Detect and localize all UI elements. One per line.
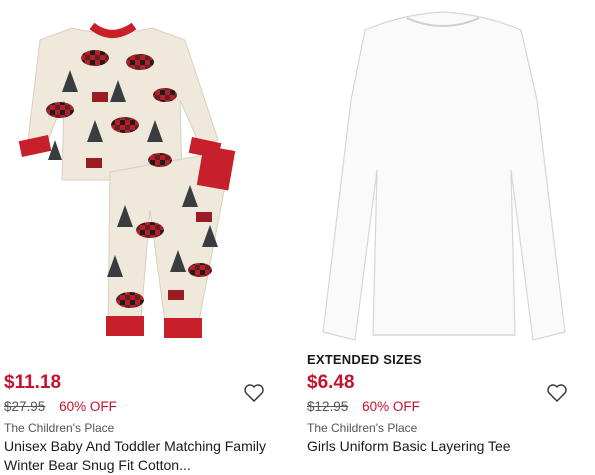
product-card[interactable]: $11.18 $27.95 60% OFF The Children's Pla… [0,0,290,473]
product-image[interactable] [303,0,593,345]
extended-sizes-badge: EXTENDED SIZES [307,352,422,367]
discount-label: 60% OFF [362,399,420,414]
product-card[interactable]: EXTENDED SIZES $6.48 $12.95 60% OFF The … [303,0,593,470]
discount-label: 60% OFF [59,399,117,414]
price-comparison: $12.95 60% OFF [307,399,420,414]
product-title-link[interactable]: Girls Uniform Basic Layering Tee [307,437,587,456]
product-title-link[interactable]: Unisex Baby And Toddler Matching Family … [4,437,284,475]
heart-icon[interactable] [243,383,265,403]
heart-icon[interactable] [546,383,568,403]
product-image[interactable] [0,0,290,345]
original-price: $27.95 [4,399,46,414]
sale-price: $6.48 [307,372,355,393]
brand-name: The Children's Place [4,421,115,435]
original-price: $12.95 [307,399,349,414]
sale-price: $11.18 [4,372,62,393]
brand-name: The Children's Place [307,421,418,435]
price-comparison: $27.95 60% OFF [4,399,117,414]
